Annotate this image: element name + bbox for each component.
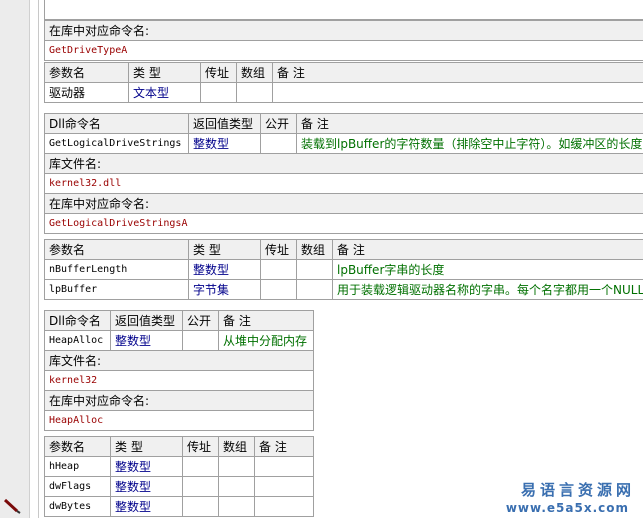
col-public: 公开: [260, 113, 297, 134]
watermark-title: 易语言资源网: [520, 481, 635, 499]
param-name[interactable]: 驱动器: [44, 82, 129, 103]
param-array[interactable]: [218, 476, 255, 497]
param-type[interactable]: 文本型: [128, 82, 201, 103]
param-name[interactable]: dwBytes: [44, 496, 111, 517]
top-fragment-row: [44, 0, 643, 20]
col-dll-name: Dll命令名: [44, 310, 111, 331]
dll-block-heapalloc: Dll命令名 返回值类型 公开 备 注 HeapAlloc 整数型 从堆中分配内…: [44, 310, 314, 431]
param-type[interactable]: 字节集: [188, 279, 261, 300]
col-remark: 备 注: [218, 310, 314, 331]
dll-row[interactable]: GetLogicalDriveStrings 整数型 装载到lpBuffer的字…: [44, 133, 643, 154]
lib-label: 库文件名:: [44, 350, 314, 371]
alias-value[interactable]: HeapAlloc: [44, 410, 314, 431]
param-type[interactable]: 整数型: [110, 496, 183, 517]
col-public: 公开: [182, 310, 219, 331]
param-row[interactable]: 驱动器 文本型: [44, 82, 643, 103]
param-row[interactable]: lpBuffer 字节集 用于装载逻辑驱动器名称的字串。每个名字都用一个NULL…: [44, 279, 643, 300]
dll-name[interactable]: GetLogicalDriveStrings: [44, 133, 189, 154]
alias-value[interactable]: GetDriveTypeA: [44, 40, 643, 61]
lib-value[interactable]: kernel32: [44, 370, 314, 391]
col-dll-name: Dll命令名: [44, 113, 189, 134]
col-byref: 传址: [260, 239, 297, 260]
param-table-heapalloc: 参数名 类 型 传址 数组 备 注 hHeap 整数型 dwFlags 整数型 …: [44, 436, 314, 517]
col-byref: 传址: [200, 62, 237, 83]
param-array[interactable]: [296, 279, 333, 300]
col-remark: 备 注: [272, 62, 643, 83]
line-gutter: [0, 0, 30, 518]
alias-label: 在库中对应命令名:: [44, 193, 643, 214]
param-header-row: 参数名 类 型 传址 数组 备 注: [44, 62, 643, 83]
col-remark: 备 注: [296, 113, 643, 134]
dll-row[interactable]: HeapAlloc 整数型 从堆中分配内存: [44, 330, 314, 351]
param-byref[interactable]: [182, 496, 219, 517]
param-remark[interactable]: lpBuffer字串的长度: [332, 259, 643, 280]
param-remark[interactable]: [272, 82, 643, 103]
param-row[interactable]: dwBytes 整数型: [44, 496, 314, 517]
param-type[interactable]: 整数型: [110, 476, 183, 497]
editor-margin-line: [38, 0, 39, 518]
col-param-name: 参数名: [44, 436, 111, 457]
dll-header-row: Dll命令名 返回值类型 公开 备 注: [44, 113, 643, 134]
dll-name[interactable]: HeapAlloc: [44, 330, 111, 351]
col-byref: 传址: [182, 436, 219, 457]
param-row[interactable]: hHeap 整数型: [44, 456, 314, 477]
param-byref[interactable]: [260, 279, 297, 300]
col-param-name: 参数名: [44, 62, 129, 83]
param-header-row: 参数名 类 型 传址 数组 备 注: [44, 239, 643, 260]
col-param-name: 参数名: [44, 239, 189, 260]
watermark-url: www.e5a5x.com: [505, 501, 629, 515]
param-remark[interactable]: [254, 476, 314, 497]
pen-icon: [3, 498, 21, 514]
dll-remark[interactable]: 装载到lpBuffer的字符数量（排除空中止字符）。如缓冲区的长度: [296, 133, 643, 154]
col-remark: 备 注: [254, 436, 314, 457]
param-byref[interactable]: [260, 259, 297, 280]
col-array: 数组: [296, 239, 333, 260]
lib-label: 库文件名:: [44, 153, 643, 174]
dll-block-getdrivetype: 在库中对应命令名: GetDriveTypeA: [44, 20, 643, 61]
param-array[interactable]: [296, 259, 333, 280]
alias-label: 在库中对应命令名:: [44, 390, 314, 411]
param-row[interactable]: nBufferLength 整数型 lpBuffer字串的长度: [44, 259, 643, 280]
col-array: 数组: [218, 436, 255, 457]
col-type: 类 型: [188, 239, 261, 260]
param-name[interactable]: hHeap: [44, 456, 111, 477]
dll-return-type[interactable]: 整数型: [188, 133, 261, 154]
param-type[interactable]: 整数型: [188, 259, 261, 280]
param-name[interactable]: lpBuffer: [44, 279, 189, 300]
param-byref[interactable]: [200, 82, 237, 103]
col-return-type: 返回值类型: [110, 310, 183, 331]
param-byref[interactable]: [182, 456, 219, 477]
param-remark[interactable]: 用于装载逻辑驱动器名称的字串。每个名字都用一个NULL字: [332, 279, 643, 300]
col-array: 数组: [236, 62, 273, 83]
param-table-getlogicaldrivestrings: 参数名 类 型 传址 数组 备 注 nBufferLength 整数型 lpBu…: [44, 239, 643, 300]
param-type[interactable]: 整数型: [110, 456, 183, 477]
param-byref[interactable]: [182, 476, 219, 497]
dll-public[interactable]: [260, 133, 297, 154]
col-type: 类 型: [128, 62, 201, 83]
param-table-getdrivetype: 参数名 类 型 传址 数组 备 注 驱动器 文本型: [44, 62, 643, 103]
param-remark[interactable]: [254, 456, 314, 477]
dll-header-row: Dll命令名 返回值类型 公开 备 注: [44, 310, 314, 331]
col-return-type: 返回值类型: [188, 113, 261, 134]
alias-label: 在库中对应命令名:: [44, 20, 643, 41]
param-name[interactable]: dwFlags: [44, 476, 111, 497]
param-row[interactable]: dwFlags 整数型: [44, 476, 314, 497]
lib-value[interactable]: kernel32.dll: [44, 173, 643, 194]
dll-return-type[interactable]: 整数型: [110, 330, 183, 351]
param-name[interactable]: nBufferLength: [44, 259, 189, 280]
dll-remark[interactable]: 从堆中分配内存: [218, 330, 314, 351]
param-array[interactable]: [236, 82, 273, 103]
param-array[interactable]: [218, 456, 255, 477]
param-remark[interactable]: [254, 496, 314, 517]
dll-block-getlogicaldrivestrings: Dll命令名 返回值类型 公开 备 注 GetLogicalDriveStrin…: [44, 113, 643, 234]
dll-public[interactable]: [182, 330, 219, 351]
param-array[interactable]: [218, 496, 255, 517]
alias-value[interactable]: GetLogicalDriveStringsA: [44, 213, 643, 234]
col-type: 类 型: [110, 436, 183, 457]
col-remark: 备 注: [332, 239, 643, 260]
param-header-row: 参数名 类 型 传址 数组 备 注: [44, 436, 314, 457]
